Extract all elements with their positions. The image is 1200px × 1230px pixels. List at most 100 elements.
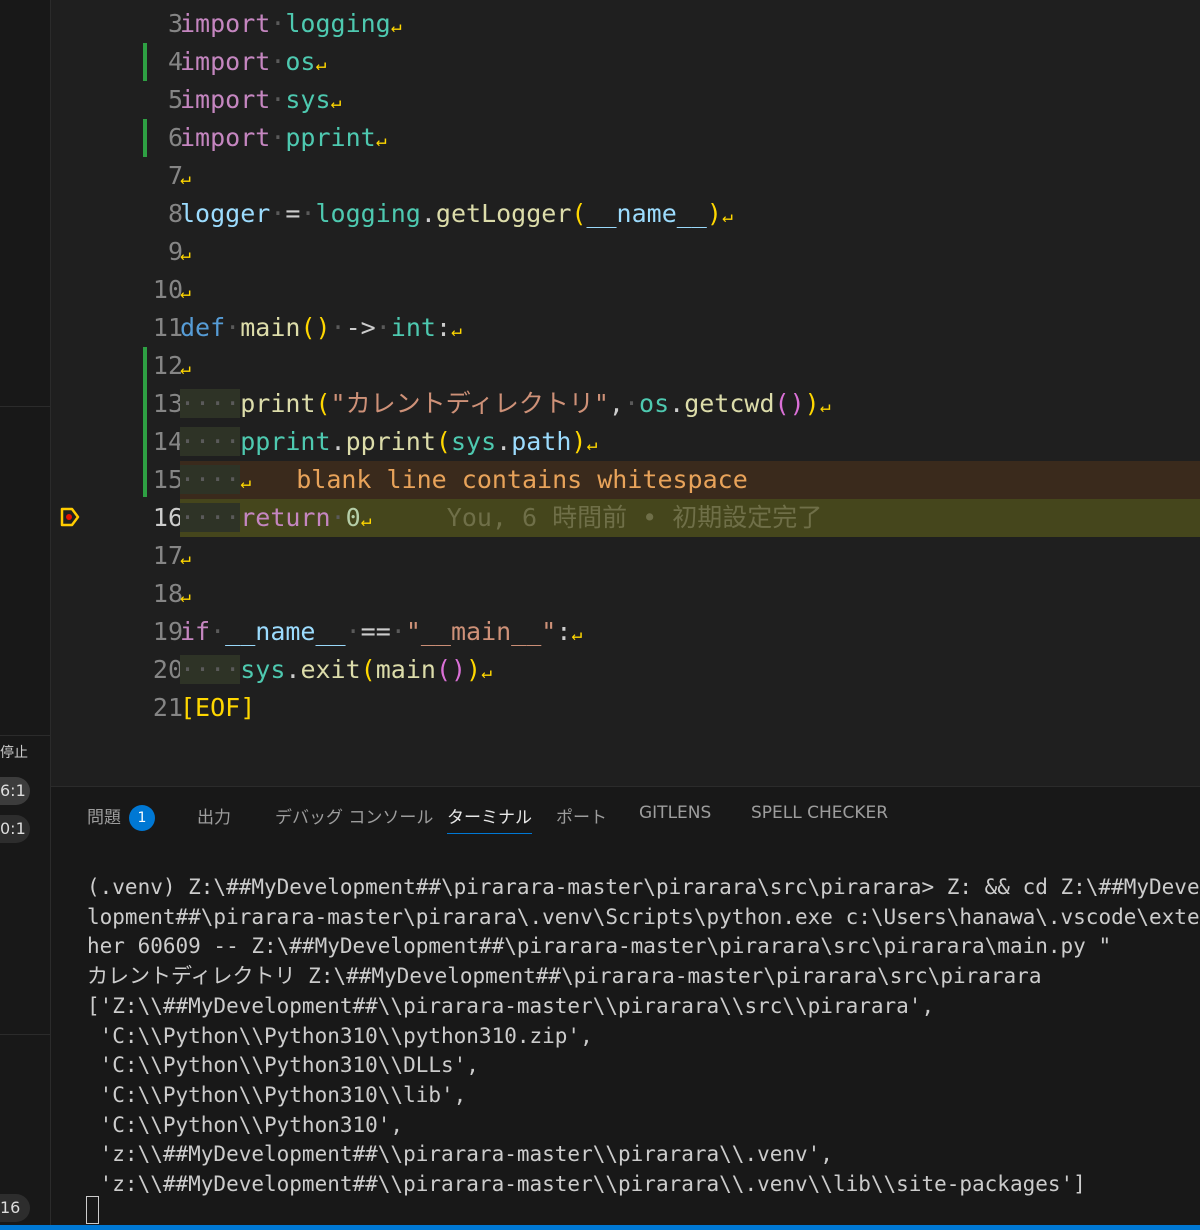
variable: __name__ <box>225 617 346 646</box>
line-number: 3 <box>167 9 183 38</box>
terminal-line: 'C:\\Python\\Python310\\python310.zip', <box>87 1023 593 1048</box>
git-blame-annotation[interactable]: You, 6 時間前 • 初期設定完了 <box>447 503 823 532</box>
module-name: pprint <box>285 123 376 152</box>
module-name: sys <box>240 655 286 684</box>
tab-label: ターミナル <box>447 808 532 828</box>
stop-label[interactable]: 停止 <box>0 742 28 762</box>
operator: = <box>285 199 301 228</box>
keyword: import <box>180 123 271 152</box>
code-line[interactable]: 5 import·sys↵ <box>51 81 1200 119</box>
position-pill[interactable]: 6:1 <box>0 777 30 805</box>
code-line[interactable]: 19 if·__name__·==·"__main__":↵ <box>51 613 1200 651</box>
tab-debug-console[interactable]: デバッグ コンソール <box>275 803 433 828</box>
function-name: getLogger <box>435 199 572 228</box>
terminal-line: her 60609 -- Z:\##MyDevelopment##\pirara… <box>87 934 1112 959</box>
code-line[interactable]: 20 ····sys.exit(main())↵ <box>51 651 1200 689</box>
code-line[interactable]: 15 ····↵ blank line contains whitespace <box>51 461 1200 499</box>
keyword: import <box>180 47 271 76</box>
code-line[interactable]: 7 ↵ <box>51 157 1200 195</box>
code-editor[interactable]: 3 import·logging↵ 4 import·os↵ 5 import·… <box>51 0 1200 785</box>
keyword: def <box>180 313 226 342</box>
code-line[interactable]: 10 ↵ <box>51 271 1200 309</box>
tab-ports[interactable]: ポート <box>556 803 607 828</box>
module-name: logging <box>315 199 421 228</box>
keyword: return <box>240 503 331 532</box>
module-name: sys <box>285 85 331 114</box>
code-line[interactable]: 21 [EOF] <box>51 689 1200 727</box>
line-number: 6 <box>167 123 183 152</box>
function-name: main <box>375 655 436 684</box>
terminal-line: 'C:\\Python\\Python310\\lib', <box>87 1082 467 1107</box>
side-strip: 停止 6:1 0:1 16 <box>0 0 51 1230</box>
code-line[interactable]: 13 ····print("カレントディレクトリ",·os.getcwd())↵ <box>51 385 1200 423</box>
code-line[interactable]: 3 import·logging↵ <box>51 5 1200 43</box>
tab-label: SPELL CHECKER <box>751 803 889 823</box>
tab-output[interactable]: 出力 <box>197 803 231 828</box>
line-number: 17 <box>152 541 183 570</box>
function-name: getcwd <box>684 389 775 418</box>
attribute: path <box>511 427 572 456</box>
code-line[interactable]: 16 ····return·0↵ You, 6 時間前 • 初期設定完了 <box>51 499 1200 537</box>
line-number: 10 <box>152 275 183 304</box>
terminal-line: (.venv) Z:\##MyDevelopment##\pirarara-ma… <box>87 875 1200 899</box>
terminal-output[interactable]: (.venv) Z:\##MyDevelopment##\pirarara-ma… <box>87 873 1200 1200</box>
terminal-line: lopment##\pirarara-master\pirarara\.venv… <box>87 904 1200 929</box>
code-line[interactable]: 8 logger·=·logging.getLogger(__name__)↵ <box>51 195 1200 233</box>
terminal-line: 'z:\\##MyDevelopment##\\pirarara-master\… <box>87 1142 833 1167</box>
keyword: if <box>180 617 211 646</box>
function-name: main <box>240 313 301 342</box>
strip-divider <box>0 406 50 407</box>
line-number: 20 <box>152 655 183 684</box>
line-number: 7 <box>167 161 183 190</box>
code-line[interactable]: 14 ····pprint.pprint(sys.path)↵ <box>51 423 1200 461</box>
line-number: 9 <box>167 237 183 266</box>
line-number: 8 <box>167 199 183 228</box>
function-name: print <box>240 389 316 418</box>
code-line[interactable]: 6 import·pprint↵ <box>51 119 1200 157</box>
position-pill[interactable]: 0:1 <box>0 815 30 843</box>
line-number: 21 <box>152 693 183 722</box>
string-literal: "カレントディレクトリ" <box>330 389 609 418</box>
terminal-line: 'z:\\##MyDevelopment##\\pirarara-master\… <box>87 1172 1086 1197</box>
tab-label: GITLENS <box>639 803 712 823</box>
operator: == <box>360 617 391 646</box>
line-number: 13 <box>152 389 183 418</box>
lint-warning-message: blank line contains whitespace <box>296 465 748 494</box>
tab-label: ポート <box>556 808 607 828</box>
code-line[interactable]: 17 ↵ <box>51 537 1200 575</box>
tab-label: デバッグ コンソール <box>275 808 434 828</box>
bottom-count[interactable]: 16 <box>0 1194 30 1222</box>
code-line[interactable]: 12 ↵ <box>51 347 1200 385</box>
keyword: import <box>180 85 271 114</box>
module-name: logging <box>285 9 391 38</box>
line-number: 4 <box>167 47 183 76</box>
code-line[interactable]: 11 def·main()·->·int:↵ <box>51 309 1200 347</box>
tab-label: 問題 <box>87 808 121 828</box>
code-line[interactable]: 18 ↵ <box>51 575 1200 613</box>
tab-spell-checker[interactable]: SPELL CHECKER <box>751 803 888 823</box>
tab-problems[interactable]: 問題 1 <box>87 803 155 831</box>
variable: logger <box>180 199 271 228</box>
bottom-panel: 問題 1 出力 デバッグ コンソール ターミナル ポート GITLENS SPEL… <box>51 786 1200 1230</box>
function-name: pprint <box>345 427 436 456</box>
module-name: os <box>285 47 316 76</box>
line-number: 15 <box>152 465 183 494</box>
eof-marker: [EOF] <box>180 693 256 722</box>
argument: __name__ <box>586 199 707 228</box>
module-name: sys <box>450 427 497 456</box>
type-name: int <box>390 313 436 342</box>
module-name: pprint <box>240 427 331 456</box>
return-arrow: -> <box>345 313 376 342</box>
line-number: 18 <box>152 579 183 608</box>
strip-divider <box>0 735 50 736</box>
terminal-cursor <box>86 1196 99 1224</box>
number-literal: 0 <box>345 503 361 532</box>
code-line[interactable]: 9 ↵ <box>51 233 1200 271</box>
line-number: 19 <box>152 617 183 646</box>
tab-gitlens[interactable]: GITLENS <box>639 803 711 823</box>
terminal-line: カレントディレクトリ Z:\##MyDevelopment##\pirarara… <box>87 964 1042 989</box>
tab-terminal[interactable]: ターミナル <box>447 803 532 834</box>
code-line[interactable]: 4 import·os↵ <box>51 43 1200 81</box>
line-number: 11 <box>152 313 183 342</box>
module-name: os <box>639 389 670 418</box>
